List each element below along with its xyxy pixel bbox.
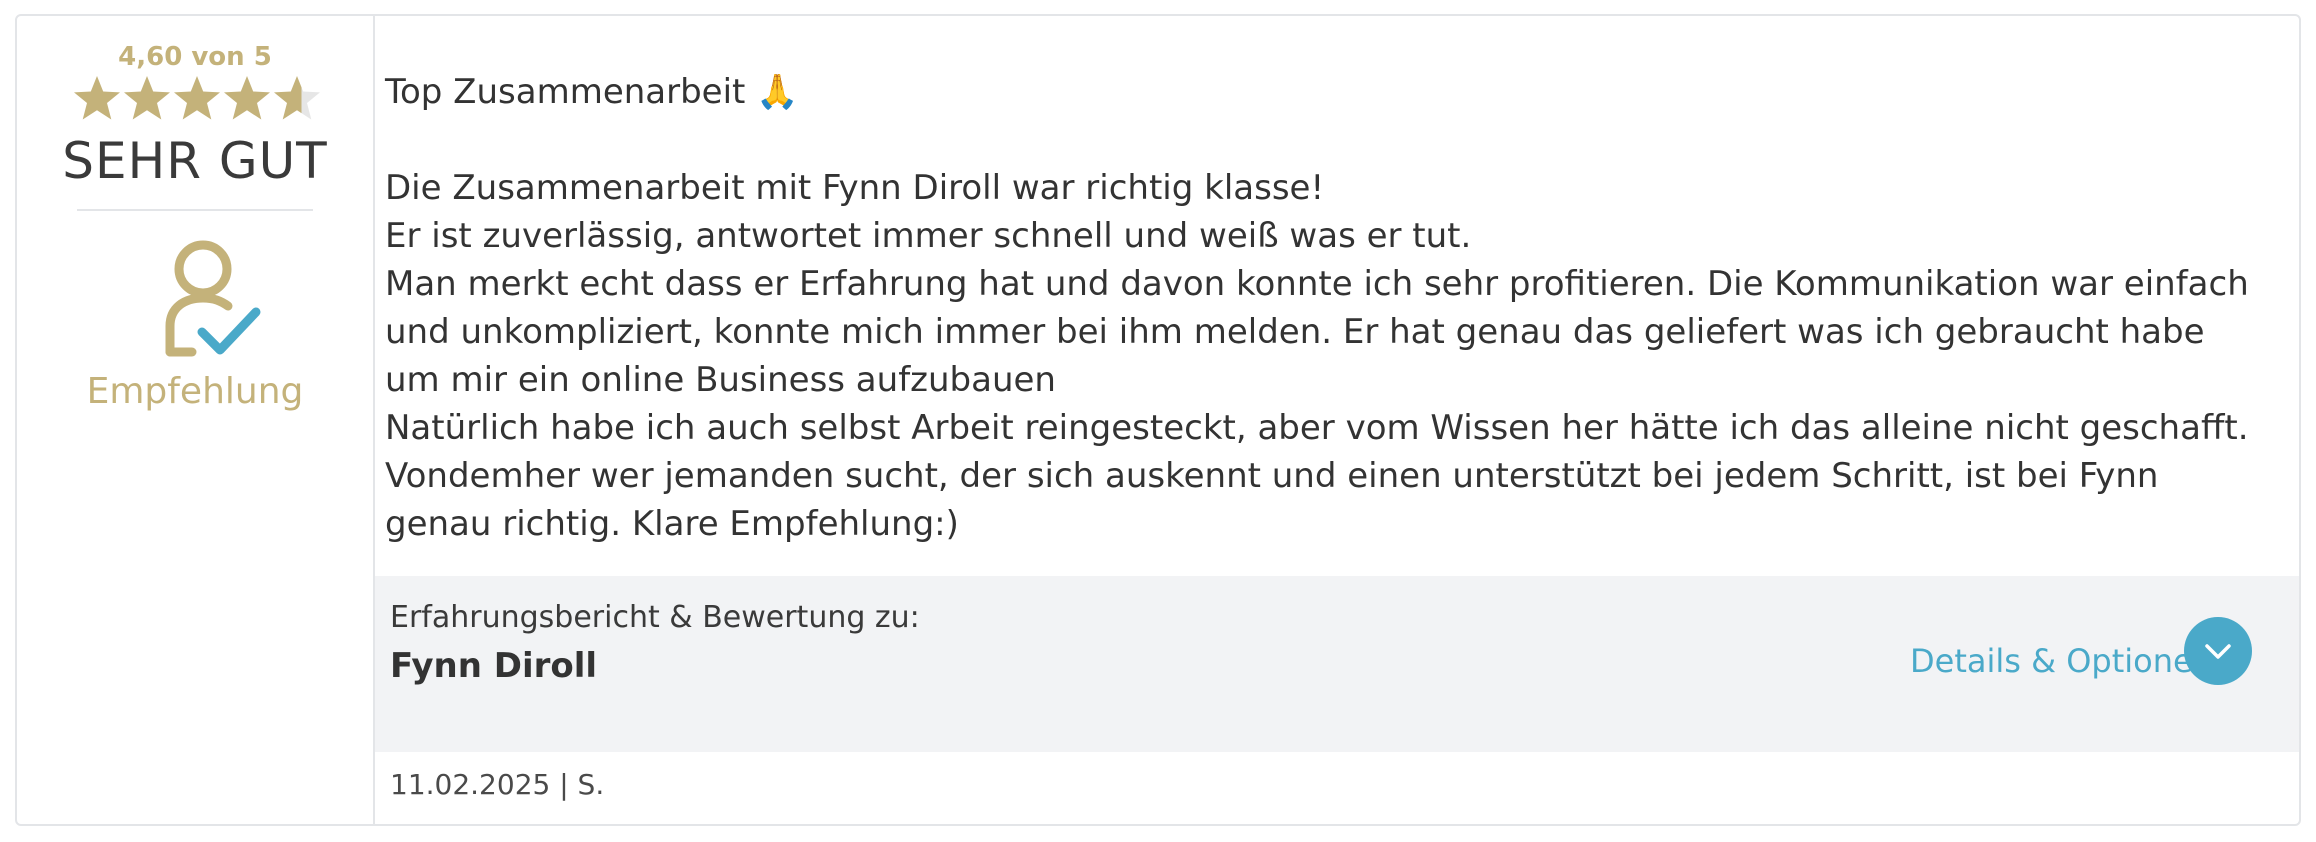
reviewed-person-name[interactable]: Fynn Diroll	[390, 646, 597, 686]
star-icon	[172, 74, 222, 124]
review-paragraph: Die Zusammenarbeit mit Fynn Diroll war r…	[385, 168, 1325, 208]
divider	[77, 209, 313, 211]
review-title: Top Zusammenarbeit 🙏	[385, 72, 799, 112]
star-rating	[72, 74, 322, 130]
recommendation-label: Empfehlung	[86, 371, 304, 412]
rating-score: 4,60 von 5	[118, 42, 272, 72]
review-paragraph: Er ist zuverlässig, antwortet immer schn…	[385, 216, 1472, 256]
review-meta: 11.02.2025 | S.	[390, 768, 605, 801]
star-icon	[222, 74, 272, 124]
star-icon	[72, 74, 122, 124]
star-icon	[272, 74, 322, 124]
review-paragraph: Natürlich habe ich auch selbst Arbeit re…	[385, 408, 2249, 544]
rating-panel: 4,60 von 5 SEHR GUT Empfehlung	[17, 16, 375, 824]
footer-label: Erfahrungsbericht & Bewertung zu:	[390, 600, 920, 635]
chevron-down-icon	[2205, 644, 2231, 659]
rating-label: SEHR GUT	[62, 132, 328, 190]
star-icon	[122, 74, 172, 124]
details-toggle-button[interactable]	[2184, 617, 2252, 685]
person-check-icon	[158, 234, 268, 364]
review-paragraph: Man merkt echt dass er Erfahrung hat und…	[385, 264, 2249, 400]
details-options-link[interactable]: Details & Optionen	[1910, 642, 2213, 680]
review-text: Top Zusammenarbeit 🙏 Die Zusammenarbeit …	[385, 68, 2265, 548]
